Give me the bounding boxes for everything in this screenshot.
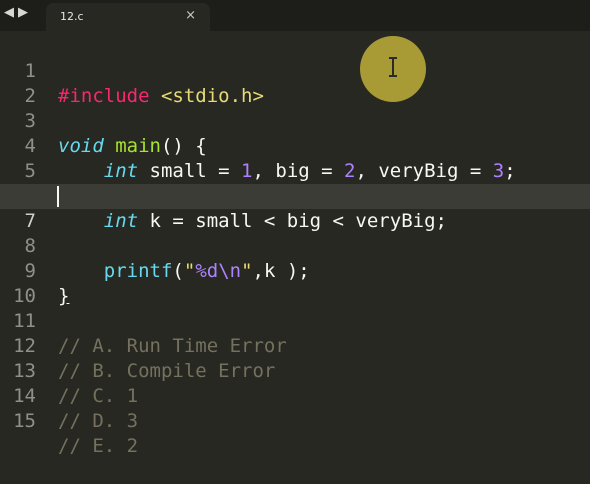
tab-nav-back-icon[interactable]: ◀ (4, 6, 14, 20)
text-caret (57, 186, 59, 207)
tab-bar: ◀ ▶ 12.c × (0, 0, 590, 31)
tab-nav-forward-icon[interactable]: ▶ (18, 6, 28, 20)
code-line[interactable]: 10 (0, 259, 590, 307)
code-text: // E. 2 (58, 434, 138, 459)
comment-token: // E. 2 (58, 435, 139, 457)
line-number: 15 (13, 410, 36, 432)
code-line[interactable]: 4 int small = 1, big = 2, veryBig = 3; (0, 109, 590, 182)
code-line[interactable]: 9 } (0, 234, 590, 307)
code-text: // D. 3 (58, 409, 138, 434)
code-line[interactable]: 11 // A. Run Time Error (0, 284, 590, 357)
code-line[interactable]: 8 printf("%d\n",k ); (0, 209, 590, 282)
code-line[interactable]: 15 // E. 2 (0, 384, 590, 457)
code-line[interactable]: 1 #include <stdio.h> (0, 34, 590, 107)
code-line[interactable]: 13 // C. 1 (0, 334, 590, 407)
code-line[interactable]: 2 (0, 59, 590, 107)
code-line-current[interactable]: 7 (0, 184, 590, 232)
i-beam-cursor-icon (389, 57, 397, 77)
code-line[interactable]: 14 // D. 3 (0, 359, 590, 432)
tab-title: 12.c (60, 10, 84, 23)
tab-12c[interactable]: 12.c × (46, 3, 210, 31)
comment-token: // D. 3 (58, 410, 139, 432)
code-line[interactable]: 3 void main() { (0, 84, 590, 157)
code-line[interactable]: 12 // B. Compile Error (0, 309, 590, 382)
code-line[interactable]: 5 (0, 134, 590, 182)
code-line[interactable]: 6 int k = small < big < veryBig; (0, 159, 590, 232)
tab-close-icon[interactable]: × (185, 8, 196, 23)
code-editor[interactable]: 1 #include <stdio.h> 2 3 void main() { 4… (0, 31, 590, 457)
